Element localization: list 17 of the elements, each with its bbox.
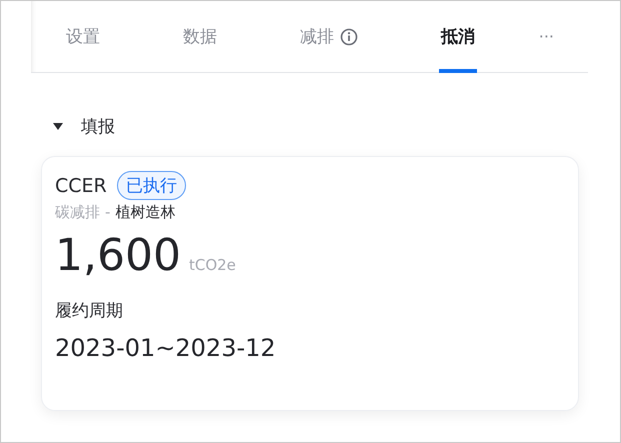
section-header[interactable]: 填报 <box>49 111 119 142</box>
caret-icon <box>53 123 63 130</box>
info-icon <box>340 28 358 46</box>
status-tag: 已执行 <box>116 171 186 200</box>
separator: - <box>105 203 110 222</box>
period-value: 2023-01~2023-12 <box>55 334 277 362</box>
tab[interactable]: 数据 <box>181 1 219 72</box>
more-button[interactable]: ··· <box>532 26 560 47</box>
tab[interactable]: 设置 <box>64 1 102 72</box>
unit-label: tCO2e <box>188 256 236 274</box>
category-label: 碳减排 <box>55 203 100 222</box>
amount-value: 1,600 <box>55 230 181 281</box>
period-label: 履约周期 <box>55 300 124 322</box>
tab[interactable]: 抵消 <box>439 1 477 72</box>
project-label: 植树造林 <box>115 203 176 222</box>
card-title: CCER <box>55 174 107 196</box>
tab[interactable]: 减排 <box>298 1 360 72</box>
